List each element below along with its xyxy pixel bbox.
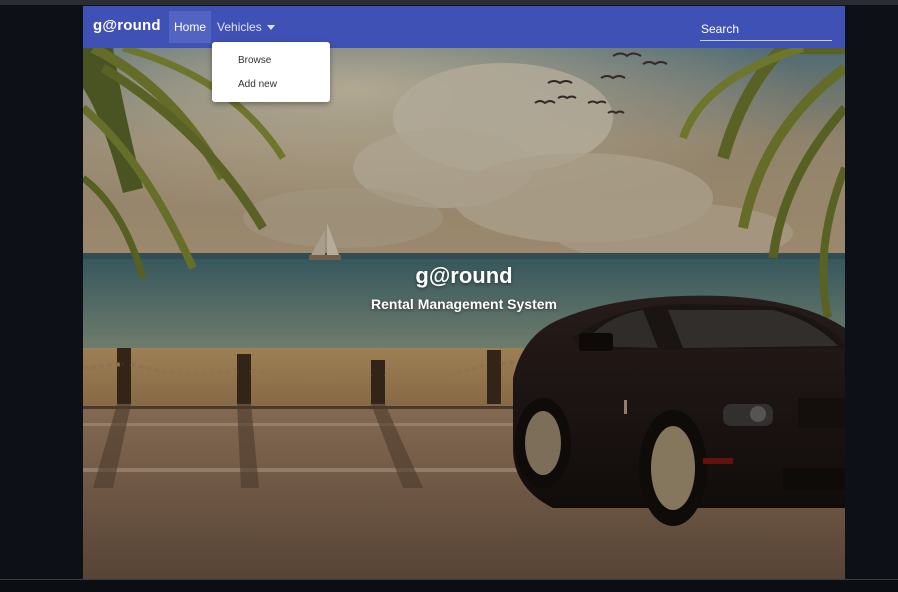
search-input[interactable]: [700, 18, 832, 41]
hero-title: g@round: [415, 263, 513, 288]
navbar: g@round Home Vehicles: [83, 6, 845, 48]
page-viewport: g@round Rental Management System g@round…: [83, 6, 845, 580]
caret-down-icon: [267, 25, 275, 30]
window-top-strip: [0, 0, 898, 5]
hero-section: g@round Rental Management System: [83, 48, 845, 580]
nav-vehicles-label: Vehicles: [217, 20, 262, 34]
dropdown-item-add-new[interactable]: Add new: [238, 79, 277, 90]
beach-background-image: [83, 48, 845, 580]
hero-subtitle: Rental Management System: [371, 296, 557, 312]
nav-vehicles-dropdown[interactable]: Vehicles: [217, 11, 275, 43]
brand-logo[interactable]: g@round: [93, 17, 161, 34]
window-bottom-strip: [0, 579, 898, 592]
dropdown-item-browse[interactable]: Browse: [238, 55, 271, 66]
vehicles-dropdown-menu: Browse Add new: [212, 42, 330, 102]
nav-home-link[interactable]: Home: [169, 11, 211, 43]
